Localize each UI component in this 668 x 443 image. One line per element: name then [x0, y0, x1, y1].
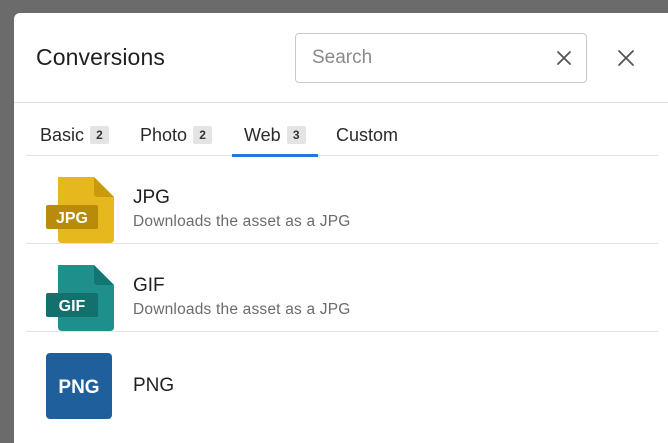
item-title: JPG: [133, 187, 170, 208]
jpg-file-icon: JPG: [46, 177, 114, 243]
close-x-icon: [557, 51, 571, 65]
file-type-label: PNG: [58, 377, 99, 398]
tab-label: Photo: [140, 125, 188, 145]
list-item[interactable]: PNG PNG: [26, 332, 658, 420]
item-description: Downloads the asset as a JPG: [133, 213, 351, 230]
file-type-label: JPG: [56, 210, 88, 227]
file-type-label: GIF: [59, 298, 86, 315]
item-title: PNG: [133, 375, 175, 396]
dialog-title: Conversions: [36, 44, 165, 70]
search-input[interactable]: [312, 34, 542, 82]
clear-search-button[interactable]: [554, 48, 574, 68]
tab-basic[interactable]: Basic 2: [40, 125, 110, 156]
item-description: Downloads the asset as a JPG: [133, 301, 351, 318]
gif-file-icon: GIF: [46, 265, 114, 331]
tab-label: Basic: [40, 125, 85, 145]
close-x-icon: [618, 50, 634, 66]
tab-label: Web: [244, 125, 281, 145]
tab-count-badge: 2: [193, 126, 213, 144]
tab-bar: Basic 2 Photo 2 Web 3 Custom: [26, 103, 658, 157]
tab-count-badge: 2: [90, 126, 110, 144]
list-item[interactable]: JPG JPG Downloads the asset as a JPG: [26, 156, 658, 244]
search-box[interactable]: [295, 33, 587, 83]
tab-web[interactable]: Web 3: [232, 125, 318, 157]
item-title: GIF: [133, 275, 165, 296]
tab-custom[interactable]: Custom: [336, 125, 398, 156]
dialog-header: Conversions: [14, 13, 668, 103]
close-dialog-button[interactable]: [615, 47, 637, 69]
tab-photo[interactable]: Photo 2: [140, 125, 213, 156]
list-item[interactable]: GIF GIF Downloads the asset as a JPG: [26, 244, 658, 332]
conversions-dialog: Conversions Basic 2 Photo 2 Web 3: [14, 13, 668, 443]
png-file-icon: PNG: [46, 353, 112, 419]
tab-label: Custom: [336, 125, 399, 145]
tab-count-badge: 3: [286, 126, 306, 144]
conversion-list: JPG JPG Downloads the asset as a JPG GIF…: [26, 156, 658, 420]
